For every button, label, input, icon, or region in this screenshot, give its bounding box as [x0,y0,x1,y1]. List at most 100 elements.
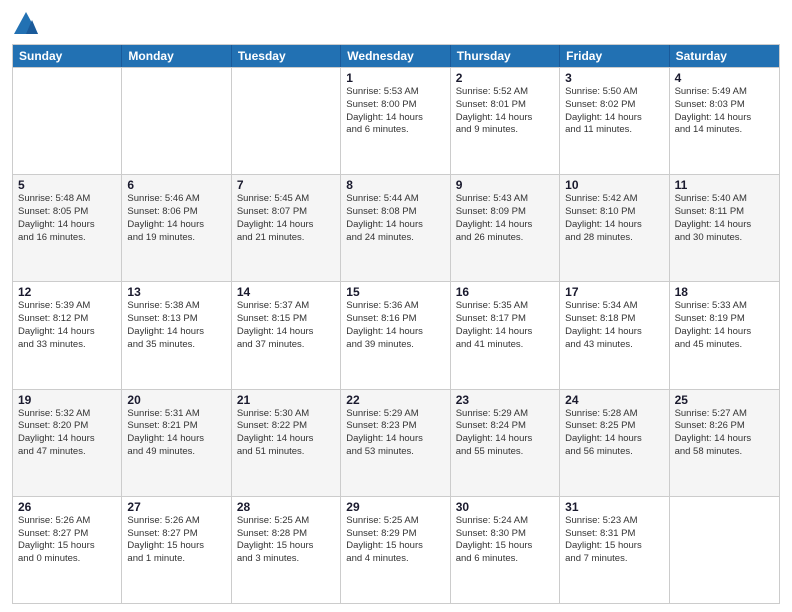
day-info: Sunrise: 5:44 AM Sunset: 8:08 PM Dayligh… [346,193,444,244]
calendar: SundayMondayTuesdayWednesdayThursdayFrid… [12,44,780,604]
day-number: 25 [675,393,774,407]
day-info: Sunrise: 5:25 AM Sunset: 8:29 PM Dayligh… [346,515,444,566]
calendar-cell [122,68,231,174]
day-number: 12 [18,285,116,299]
calendar-cell: 14Sunrise: 5:37 AM Sunset: 8:15 PM Dayli… [232,282,341,388]
day-info: Sunrise: 5:30 AM Sunset: 8:22 PM Dayligh… [237,408,335,459]
day-info: Sunrise: 5:32 AM Sunset: 8:20 PM Dayligh… [18,408,116,459]
day-info: Sunrise: 5:33 AM Sunset: 8:19 PM Dayligh… [675,300,774,351]
calendar-cell: 25Sunrise: 5:27 AM Sunset: 8:26 PM Dayli… [670,390,779,496]
header [12,10,780,38]
day-info: Sunrise: 5:29 AM Sunset: 8:24 PM Dayligh… [456,408,554,459]
day-info: Sunrise: 5:48 AM Sunset: 8:05 PM Dayligh… [18,193,116,244]
calendar-cell: 15Sunrise: 5:36 AM Sunset: 8:16 PM Dayli… [341,282,450,388]
calendar-cell: 16Sunrise: 5:35 AM Sunset: 8:17 PM Dayli… [451,282,560,388]
day-number: 16 [456,285,554,299]
day-number: 23 [456,393,554,407]
calendar-cell: 7Sunrise: 5:45 AM Sunset: 8:07 PM Daylig… [232,175,341,281]
calendar-cell: 2Sunrise: 5:52 AM Sunset: 8:01 PM Daylig… [451,68,560,174]
day-number: 31 [565,500,663,514]
calendar-cell: 31Sunrise: 5:23 AM Sunset: 8:31 PM Dayli… [560,497,669,603]
day-number: 29 [346,500,444,514]
calendar-cell: 5Sunrise: 5:48 AM Sunset: 8:05 PM Daylig… [13,175,122,281]
calendar-cell: 13Sunrise: 5:38 AM Sunset: 8:13 PM Dayli… [122,282,231,388]
header-day-thursday: Thursday [451,45,560,67]
day-number: 30 [456,500,554,514]
day-info: Sunrise: 5:25 AM Sunset: 8:28 PM Dayligh… [237,515,335,566]
calendar-cell: 26Sunrise: 5:26 AM Sunset: 8:27 PM Dayli… [13,497,122,603]
header-day-tuesday: Tuesday [232,45,341,67]
day-number: 4 [675,71,774,85]
day-number: 7 [237,178,335,192]
calendar-cell: 11Sunrise: 5:40 AM Sunset: 8:11 PM Dayli… [670,175,779,281]
day-number: 22 [346,393,444,407]
calendar-cell: 23Sunrise: 5:29 AM Sunset: 8:24 PM Dayli… [451,390,560,496]
day-info: Sunrise: 5:50 AM Sunset: 8:02 PM Dayligh… [565,86,663,137]
calendar-cell [13,68,122,174]
calendar-cell: 17Sunrise: 5:34 AM Sunset: 8:18 PM Dayli… [560,282,669,388]
day-number: 26 [18,500,116,514]
calendar-cell: 8Sunrise: 5:44 AM Sunset: 8:08 PM Daylig… [341,175,450,281]
day-info: Sunrise: 5:37 AM Sunset: 8:15 PM Dayligh… [237,300,335,351]
calendar-cell: 29Sunrise: 5:25 AM Sunset: 8:29 PM Dayli… [341,497,450,603]
day-number: 13 [127,285,225,299]
day-number: 14 [237,285,335,299]
calendar-cell: 18Sunrise: 5:33 AM Sunset: 8:19 PM Dayli… [670,282,779,388]
day-info: Sunrise: 5:49 AM Sunset: 8:03 PM Dayligh… [675,86,774,137]
calendar-cell: 20Sunrise: 5:31 AM Sunset: 8:21 PM Dayli… [122,390,231,496]
day-number: 28 [237,500,335,514]
header-day-saturday: Saturday [670,45,779,67]
day-number: 27 [127,500,225,514]
day-info: Sunrise: 5:46 AM Sunset: 8:06 PM Dayligh… [127,193,225,244]
day-number: 3 [565,71,663,85]
calendar-header: SundayMondayTuesdayWednesdayThursdayFrid… [13,45,779,67]
calendar-cell: 9Sunrise: 5:43 AM Sunset: 8:09 PM Daylig… [451,175,560,281]
day-info: Sunrise: 5:34 AM Sunset: 8:18 PM Dayligh… [565,300,663,351]
day-number: 18 [675,285,774,299]
calendar-body: 1Sunrise: 5:53 AM Sunset: 8:00 PM Daylig… [13,67,779,603]
day-info: Sunrise: 5:52 AM Sunset: 8:01 PM Dayligh… [456,86,554,137]
day-info: Sunrise: 5:45 AM Sunset: 8:07 PM Dayligh… [237,193,335,244]
calendar-row-5: 26Sunrise: 5:26 AM Sunset: 8:27 PM Dayli… [13,496,779,603]
day-info: Sunrise: 5:38 AM Sunset: 8:13 PM Dayligh… [127,300,225,351]
day-number: 1 [346,71,444,85]
calendar-cell: 1Sunrise: 5:53 AM Sunset: 8:00 PM Daylig… [341,68,450,174]
day-number: 24 [565,393,663,407]
day-info: Sunrise: 5:42 AM Sunset: 8:10 PM Dayligh… [565,193,663,244]
calendar-cell: 21Sunrise: 5:30 AM Sunset: 8:22 PM Dayli… [232,390,341,496]
day-info: Sunrise: 5:43 AM Sunset: 8:09 PM Dayligh… [456,193,554,244]
header-day-monday: Monday [122,45,231,67]
header-day-wednesday: Wednesday [341,45,450,67]
calendar-cell: 30Sunrise: 5:24 AM Sunset: 8:30 PM Dayli… [451,497,560,603]
day-number: 2 [456,71,554,85]
day-info: Sunrise: 5:53 AM Sunset: 8:00 PM Dayligh… [346,86,444,137]
logo [12,10,44,38]
calendar-cell [232,68,341,174]
day-number: 5 [18,178,116,192]
day-info: Sunrise: 5:29 AM Sunset: 8:23 PM Dayligh… [346,408,444,459]
day-number: 19 [18,393,116,407]
day-info: Sunrise: 5:35 AM Sunset: 8:17 PM Dayligh… [456,300,554,351]
day-number: 9 [456,178,554,192]
day-info: Sunrise: 5:24 AM Sunset: 8:30 PM Dayligh… [456,515,554,566]
day-info: Sunrise: 5:31 AM Sunset: 8:21 PM Dayligh… [127,408,225,459]
day-number: 11 [675,178,774,192]
calendar-row-4: 19Sunrise: 5:32 AM Sunset: 8:20 PM Dayli… [13,389,779,496]
calendar-cell: 19Sunrise: 5:32 AM Sunset: 8:20 PM Dayli… [13,390,122,496]
day-info: Sunrise: 5:36 AM Sunset: 8:16 PM Dayligh… [346,300,444,351]
calendar-row-2: 5Sunrise: 5:48 AM Sunset: 8:05 PM Daylig… [13,174,779,281]
calendar-cell [670,497,779,603]
day-number: 8 [346,178,444,192]
calendar-cell: 3Sunrise: 5:50 AM Sunset: 8:02 PM Daylig… [560,68,669,174]
calendar-cell: 6Sunrise: 5:46 AM Sunset: 8:06 PM Daylig… [122,175,231,281]
logo-icon [12,10,40,38]
day-number: 20 [127,393,225,407]
calendar-cell: 27Sunrise: 5:26 AM Sunset: 8:27 PM Dayli… [122,497,231,603]
day-info: Sunrise: 5:39 AM Sunset: 8:12 PM Dayligh… [18,300,116,351]
calendar-cell: 22Sunrise: 5:29 AM Sunset: 8:23 PM Dayli… [341,390,450,496]
calendar-cell: 4Sunrise: 5:49 AM Sunset: 8:03 PM Daylig… [670,68,779,174]
calendar-cell: 12Sunrise: 5:39 AM Sunset: 8:12 PM Dayli… [13,282,122,388]
day-info: Sunrise: 5:28 AM Sunset: 8:25 PM Dayligh… [565,408,663,459]
day-info: Sunrise: 5:26 AM Sunset: 8:27 PM Dayligh… [18,515,116,566]
day-info: Sunrise: 5:40 AM Sunset: 8:11 PM Dayligh… [675,193,774,244]
